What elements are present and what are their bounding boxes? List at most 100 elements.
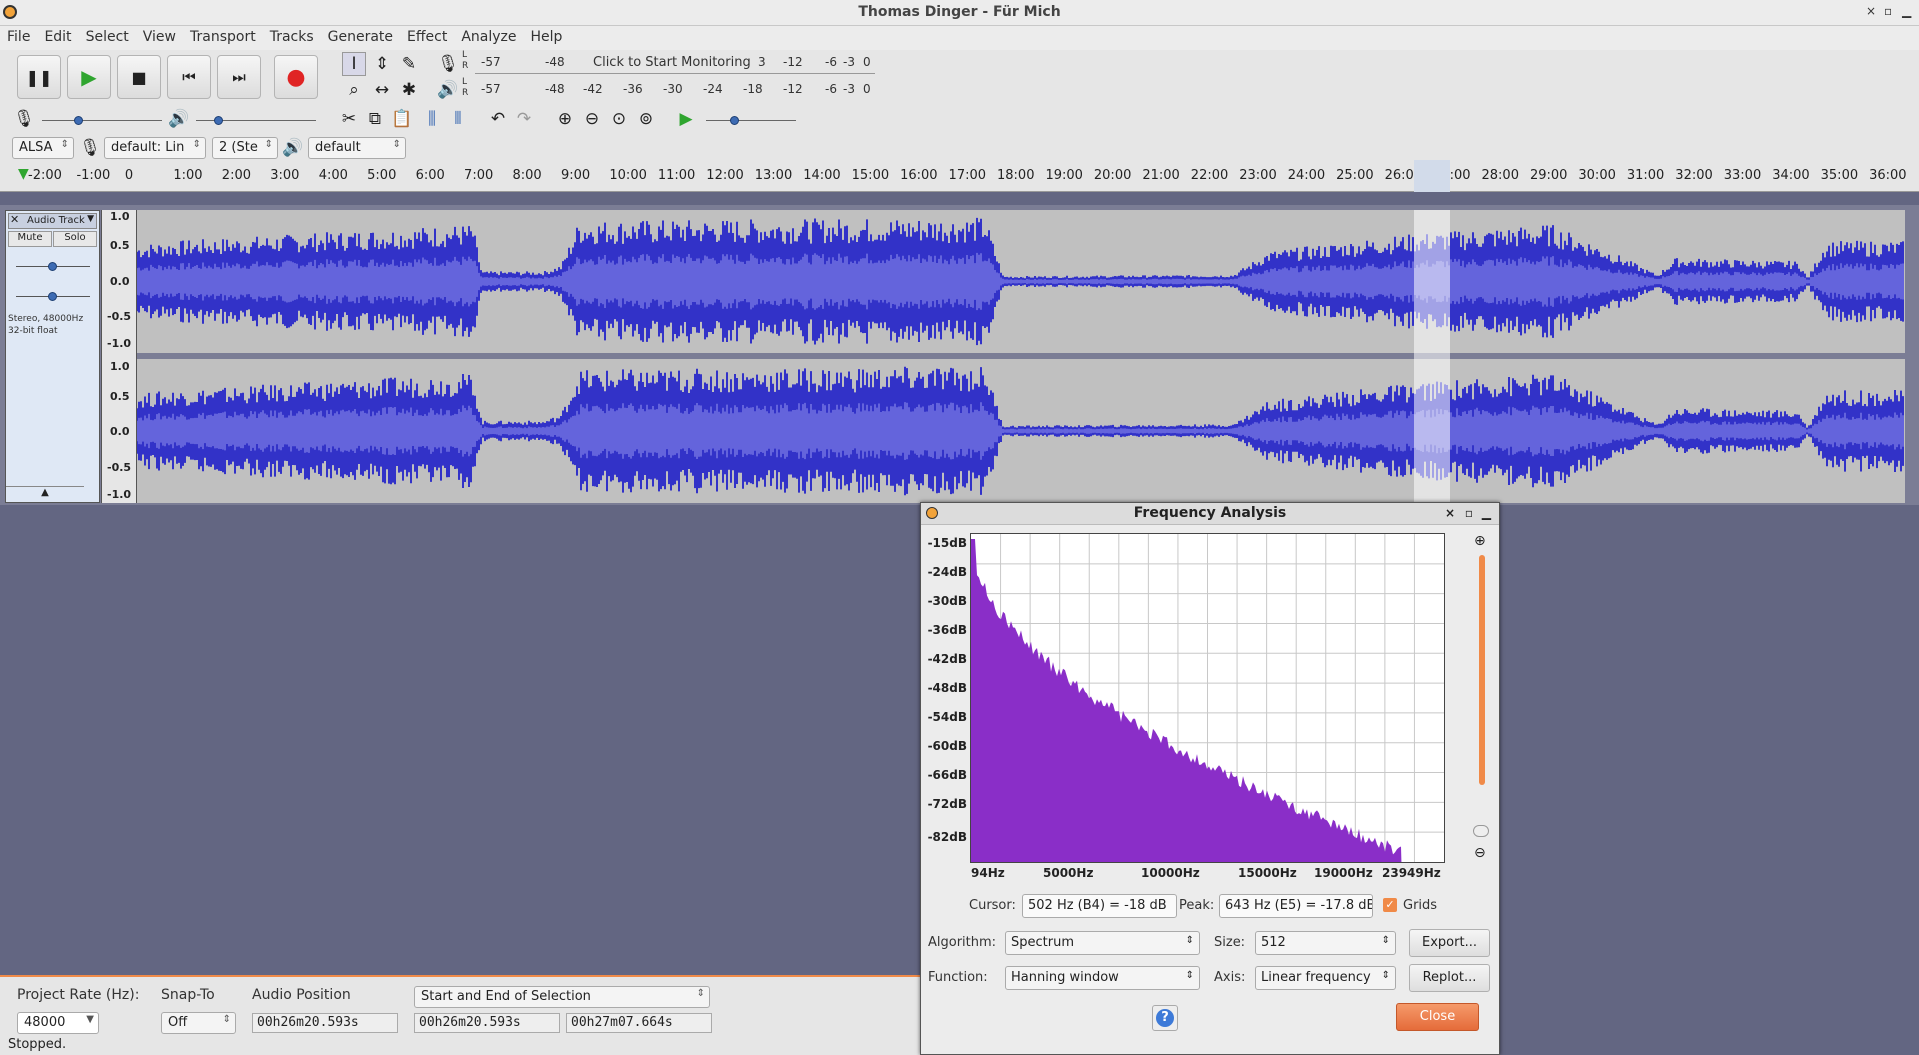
record-meter-button[interactable]: 🎙 [436,52,460,76]
collapse-track-button[interactable]: ▲ [6,486,84,502]
timeshift-icon: ↔ [374,80,390,100]
mute-button[interactable]: Mute [8,231,52,247]
input-device-select[interactable]: default: Lin ⇕ [104,137,206,159]
undo-button[interactable]: ↶ [486,107,510,131]
close-button[interactable]: Close [1396,1003,1479,1031]
play-at-speed-button[interactable]: ▶ [674,107,698,131]
output-device-select[interactable]: default ⇕ [308,137,406,159]
silence-button[interactable]: ⫴ [446,107,470,131]
cursor-field[interactable]: 502 Hz (B4) = -18 dB [1022,894,1177,918]
zoom-in-button[interactable]: ⊕ [553,107,577,131]
cut-button[interactable]: ✂ [337,107,361,131]
zoom-in-icon[interactable]: ⊕ [1474,533,1486,549]
play-speed-slider-track [706,120,796,121]
help-button[interactable]: ? [1152,1005,1178,1031]
draw-tool[interactable]: ✎ [397,52,421,76]
zoom-out-icon[interactable]: ⊖ [1474,845,1486,861]
copy-button[interactable]: ⧉ [363,107,387,131]
selection-mode-select[interactable]: Start and End of Selection ⇕ [414,986,710,1008]
channels-select[interactable]: 2 (Ste ⇕ [212,137,278,159]
pan-slider[interactable] [48,292,57,301]
function-select[interactable]: Hanning window ⇕ [1005,966,1200,990]
algorithm-select[interactable]: Spectrum ⇕ [1005,931,1200,955]
waveform [137,366,1904,496]
fit-selection-button[interactable]: ⊙ [607,107,631,131]
meter-tick: -48 [545,55,565,69]
waveform [137,217,1904,346]
gain-slider[interactable] [48,262,57,271]
playback-volume-slider[interactable] [214,116,223,125]
audio-position-field[interactable]: 00h26m20.593s [252,1013,398,1033]
maximize-window-icon[interactable]: ▫ [1884,4,1892,18]
audio-host-select[interactable]: ALSA ⇕ [12,137,74,159]
selection-start-field[interactable]: 00h26m20.593s [414,1013,560,1033]
close-dialog-icon[interactable]: × [1445,506,1455,520]
db-axis-label: -66dB [927,768,967,782]
close-window-icon[interactable]: × [1866,4,1876,18]
copy-icon: ⧉ [368,109,382,129]
selection-end-field[interactable]: 00h27m07.664s [566,1013,712,1033]
zoom-tool[interactable]: ⌕ [342,78,366,102]
menu-tracks[interactable]: Tracks [263,26,321,48]
play-meter-button[interactable]: 🔊 [436,78,460,102]
track-name-button[interactable]: Audio Track ▼ [8,213,97,229]
axis-select[interactable]: Linear frequency ⇕ [1255,966,1396,990]
meter-tick: 0 [863,55,871,69]
peak-field[interactable]: 643 Hz (E5) = -17.8 dB [1219,894,1373,918]
audio-channel-left[interactable] [137,210,1905,353]
record-button[interactable]: ● [274,55,318,99]
pause-button[interactable]: ❚❚ [17,55,61,99]
play-speed-slider[interactable] [730,116,739,125]
menu-view[interactable]: View [136,26,183,48]
frequency-analysis-dialog: Frequency Analysis × ▫ ▁ -15dB -24dB -30dB… [920,502,1500,1055]
paste-button[interactable]: 📋 [390,107,414,131]
audio-channel-right[interactable] [137,359,1905,503]
menu-generate[interactable]: Generate [321,26,400,48]
updown-icon: ⇕ [392,139,401,150]
minimize-dialog-icon[interactable]: ▁ [1482,506,1491,520]
fit-project-button[interactable]: ⊚ [634,107,658,131]
spectrum-plot[interactable] [970,533,1445,863]
maximize-dialog-icon[interactable]: ▫ [1465,506,1473,520]
play-button[interactable]: ▶ [67,55,111,99]
menu-file[interactable]: File [0,26,37,48]
export-button[interactable]: Export... [1409,929,1490,957]
envelope-tool[interactable]: ⇕ [370,52,394,76]
play-meter[interactable]: -57 -48 -42 -36 -30 -24 -18 -12 -6 -3 0 [475,79,875,101]
timeline-ruler[interactable]: ▼ -2:00 -1:00 0 1:00 2:00 3:00 4:00 5:00 6:00 7:0… [0,160,1919,192]
snap-to-select[interactable]: Off ⇕ [161,1012,236,1034]
minimize-window-icon[interactable]: ▁ [1902,4,1911,18]
skip-end-button[interactable]: ⏭ [217,55,261,99]
solo-button[interactable]: Solo [53,231,97,247]
record-meter[interactable]: -57 -48 Click to Start Monitoring 3 -12 … [475,52,875,74]
size-select[interactable]: 512 ⇕ [1255,931,1396,955]
timeline-tick: 24:00 [1287,168,1326,183]
i-beam-icon: I [351,54,357,74]
trim-button[interactable]: ⫼ [420,107,444,131]
track-bit-depth: 32-bit float [8,326,58,336]
timeshift-tool[interactable]: ↔ [370,78,394,102]
menu-select[interactable]: Select [79,26,136,48]
skip-start-button[interactable]: ⏮ [167,55,211,99]
replot-button[interactable]: Replot... [1409,964,1490,992]
menu-help[interactable]: Help [524,26,570,48]
menu-transport[interactable]: Transport [183,26,263,48]
close-track-icon[interactable]: ✕ [10,213,19,226]
record-volume-slider[interactable] [74,116,83,125]
updown-icon: ⇕ [1185,935,1194,946]
timeline-tick: 31:00 [1626,168,1665,183]
zoom-out-button[interactable]: ⊖ [580,107,604,131]
menu-analyze[interactable]: Analyze [454,26,523,48]
stop-button[interactable]: ■ [117,55,161,99]
playback-volume-icon: 🔊 [167,107,191,131]
record-volume-slider-track [42,120,162,121]
project-rate-select[interactable]: 48000 ▼ [17,1012,99,1034]
multi-tool[interactable]: ✱ [397,78,421,102]
selection-tool[interactable]: I [342,52,366,76]
vertical-zoom-slider[interactable] [1473,825,1489,837]
menu-edit[interactable]: Edit [37,26,78,48]
menu-effect[interactable]: Effect [400,26,454,48]
redo-button[interactable]: ↷ [512,107,536,131]
timeline-tick: 21:00 [1142,168,1180,183]
grids-checkbox[interactable]: ✓ [1383,898,1397,912]
